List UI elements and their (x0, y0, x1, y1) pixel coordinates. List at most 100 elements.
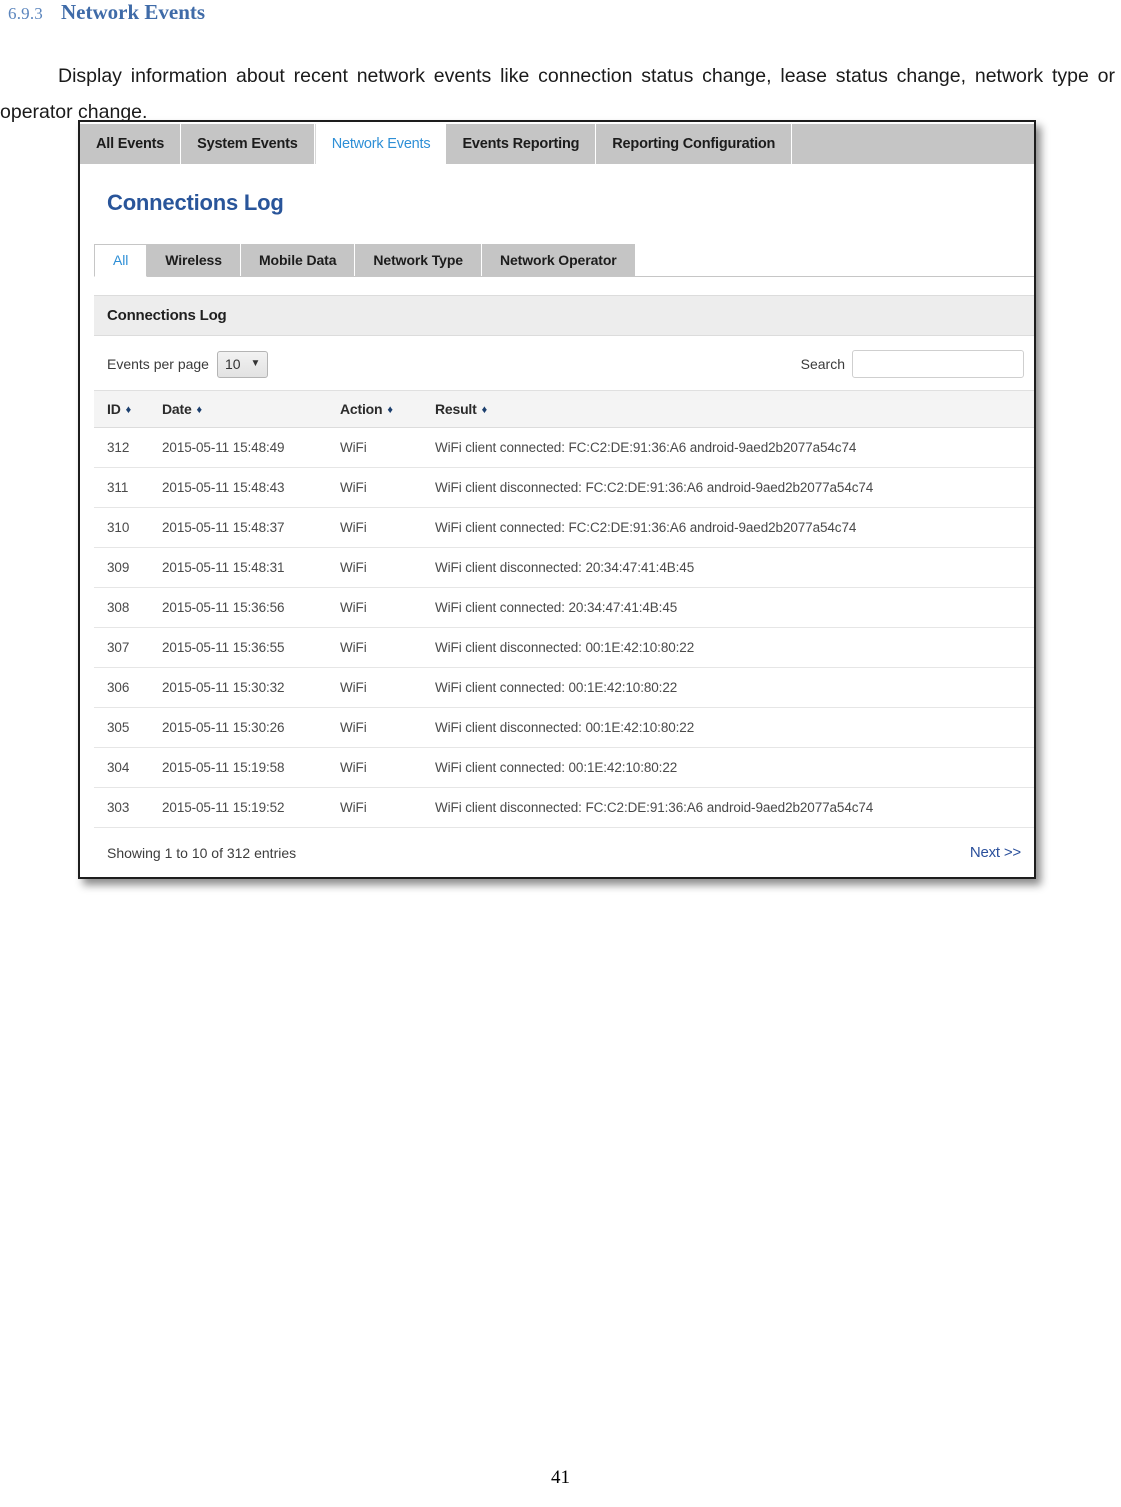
cell-action: WiFi (340, 547, 435, 588)
page-number: 41 (551, 1467, 570, 1488)
cell-result: WiFi client connected: FC:C2:DE:91:36:A6… (435, 507, 1034, 548)
table-row: 311 2015-05-11 15:48:43 WiFi WiFi client di… (94, 467, 1034, 508)
cell-date: 2015-05-11 15:36:56 (162, 587, 340, 628)
table-row: 303 2015-05-11 15:19:52 WiFi WiFi client di… (94, 787, 1034, 828)
tab-events-reporting[interactable]: Events Reporting (446, 124, 597, 164)
section-paragraph: Display information about recent network… (0, 64, 1115, 123)
column-label-id: ID (107, 401, 121, 417)
column-header-id[interactable]: ID ♦ (94, 390, 162, 428)
cell-id: 304 (94, 747, 162, 788)
cell-date: 2015-05-11 15:48:43 (162, 467, 340, 508)
cell-result: WiFi client disconnected: FC:C2:DE:91:36… (435, 467, 1034, 508)
cell-action: WiFi (340, 587, 435, 628)
column-label-action: Action (340, 401, 383, 417)
table-row: 310 2015-05-11 15:48:37 WiFi WiFi client co… (94, 507, 1034, 548)
cell-result: WiFi client disconnected: 20:34:47:41:4B… (435, 547, 1034, 588)
connections-log-table: ID ♦ Date ♦ Action ♦ Result ♦ 312 2015-0… (94, 390, 1034, 828)
column-header-result[interactable]: Result ♦ (435, 390, 1034, 428)
sort-arrow-icon: ♦ (481, 404, 488, 416)
panel-body: Connections Log All Wireless Mobile Data… (80, 164, 1034, 877)
column-header-date[interactable]: Date ♦ (162, 390, 340, 428)
tab-reporting-configuration[interactable]: Reporting Configuration (596, 124, 793, 164)
cell-action: WiFi (340, 507, 435, 548)
cell-date: 2015-05-11 15:48:49 (162, 427, 340, 468)
cell-id: 303 (94, 787, 162, 828)
cell-id: 309 (94, 547, 162, 588)
card-header-title: Connections Log (94, 296, 1034, 336)
main-tab-bar: All Events System Events Network Events … (80, 122, 1034, 164)
sub-tab-bar: All Wireless Mobile Data Network Type Ne… (94, 242, 1034, 277)
next-page-link[interactable]: Next >> (970, 844, 1021, 861)
card-footer: Showing 1 to 10 of 312 entries Next >> (94, 828, 1034, 877)
section-number: 6.9.3 (8, 4, 43, 23)
connections-log-card: Connections Log Events per page 10 ▼ Sea… (94, 295, 1034, 877)
cell-result: WiFi client disconnected: 00:1E:42:10:80… (435, 627, 1034, 668)
subtab-wireless[interactable]: Wireless (147, 244, 241, 276)
tab-network-events[interactable]: Network Events (314, 124, 447, 164)
cell-result: WiFi client connected: 20:34:47:41:4B:45 (435, 587, 1034, 628)
subtab-all[interactable]: All (94, 244, 148, 277)
cell-result: WiFi client connected: 00:1E:42:10:80:22 (435, 747, 1034, 788)
cell-action: WiFi (340, 747, 435, 788)
search-control: Search (801, 350, 1024, 378)
column-label-date: Date (162, 401, 192, 417)
table-row: 305 2015-05-11 15:30:26 WiFi WiFi client di… (94, 707, 1034, 748)
cell-action: WiFi (340, 467, 435, 508)
cell-date: 2015-05-11 15:19:52 (162, 787, 340, 828)
table-row: 307 2015-05-11 15:36:55 WiFi WiFi client di… (94, 627, 1034, 668)
table-head: ID ♦ Date ♦ Action ♦ Result ♦ (94, 390, 1034, 428)
tab-all-events[interactable]: All Events (80, 124, 182, 164)
events-per-page-value: 10 (224, 356, 241, 372)
subtab-network-type[interactable]: Network Type (355, 244, 482, 276)
cell-result: WiFi client connected: 00:1E:42:10:80:22 (435, 667, 1034, 708)
panel-title: Connections Log (107, 190, 284, 215)
cell-date: 2015-05-11 15:30:26 (162, 707, 340, 748)
table-row: 306 2015-05-11 15:30:32 WiFi WiFi client co… (94, 667, 1034, 708)
router-ui-window: All Events System Events Network Events … (78, 120, 1036, 879)
cell-action: WiFi (340, 667, 435, 708)
tab-bar-filler (792, 124, 1034, 164)
cell-id: 311 (94, 467, 162, 508)
events-per-page-control: Events per page 10 ▼ (107, 350, 269, 378)
card-controls: Events per page 10 ▼ Search (94, 336, 1034, 390)
cell-id: 310 (94, 507, 162, 548)
table-row: 312 2015-05-11 15:48:49 WiFi WiFi client co… (94, 427, 1034, 468)
sort-arrow-icon: ♦ (196, 404, 203, 416)
cell-result: WiFi client disconnected: FC:C2:DE:91:36… (435, 787, 1034, 828)
cell-date: 2015-05-11 15:36:55 (162, 627, 340, 668)
sort-arrow-icon: ♦ (125, 404, 132, 416)
cell-date: 2015-05-11 15:48:31 (162, 547, 340, 588)
search-label: Search (800, 356, 845, 372)
table-row: 304 2015-05-11 15:19:58 WiFi WiFi client co… (94, 747, 1034, 788)
cell-id: 312 (94, 427, 162, 468)
cell-id: 305 (94, 707, 162, 748)
cell-date: 2015-05-11 15:19:58 (162, 747, 340, 788)
chevron-down-icon: ▼ (250, 358, 261, 369)
table-body: 312 2015-05-11 15:48:49 WiFi WiFi client co… (94, 427, 1034, 828)
events-per-page-label: Events per page (107, 356, 209, 372)
section-title: Network Events (61, 0, 206, 24)
cell-result: WiFi client connected: FC:C2:DE:91:36:A6… (435, 427, 1034, 468)
table-row: 309 2015-05-11 15:48:31 WiFi WiFi client di… (94, 547, 1034, 588)
cell-action: WiFi (340, 787, 435, 828)
cell-action: WiFi (340, 627, 435, 668)
tab-system-events[interactable]: System Events (181, 124, 315, 164)
cell-result: WiFi client disconnected: 00:1E:42:10:80… (435, 707, 1034, 748)
search-input[interactable] (852, 350, 1024, 378)
cell-action: WiFi (340, 427, 435, 468)
entries-count-text: Showing 1 to 10 of 312 entries (107, 844, 297, 861)
subtab-mobile-data[interactable]: Mobile Data (240, 244, 356, 276)
document-heading: 6.9.3 Network Events (8, 0, 205, 25)
table-row: 308 2015-05-11 15:36:56 WiFi WiFi client co… (94, 587, 1034, 628)
column-label-result: Result (435, 401, 477, 417)
cell-action: WiFi (340, 707, 435, 748)
column-header-action[interactable]: Action ♦ (340, 390, 435, 428)
cell-date: 2015-05-11 15:48:37 (162, 507, 340, 548)
table-header-row: ID ♦ Date ♦ Action ♦ Result ♦ (94, 390, 1034, 428)
sort-arrow-icon: ♦ (387, 404, 393, 416)
cell-date: 2015-05-11 15:30:32 (162, 667, 340, 708)
cell-id: 306 (94, 667, 162, 708)
subtab-network-operator[interactable]: Network Operator (481, 244, 636, 276)
screenshot-figure: All Events System Events Network Events … (78, 120, 1036, 879)
events-per-page-select[interactable]: 10 ▼ (216, 350, 269, 378)
